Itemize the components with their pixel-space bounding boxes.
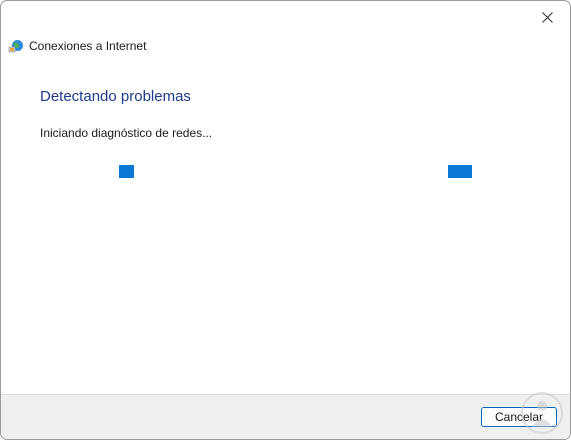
close-button[interactable] <box>524 1 570 33</box>
status-text: Iniciando diagnóstico de redes... <box>40 126 213 140</box>
footer-bar: Cancelar <box>1 394 570 439</box>
network-globe-icon <box>8 40 23 53</box>
app-header: Conexiones a Internet <box>8 38 146 54</box>
page-heading: Detectando problemas <box>40 88 191 105</box>
troubleshooter-window: Conexiones a Internet Detectando problem… <box>0 0 571 440</box>
progress-dot <box>119 165 134 178</box>
close-icon <box>541 11 553 23</box>
title-bar: Conexiones a Internet <box>1 1 570 61</box>
app-title: Conexiones a Internet <box>29 39 147 53</box>
progress-dot <box>448 165 472 178</box>
watermark-logo-icon <box>521 392 563 434</box>
